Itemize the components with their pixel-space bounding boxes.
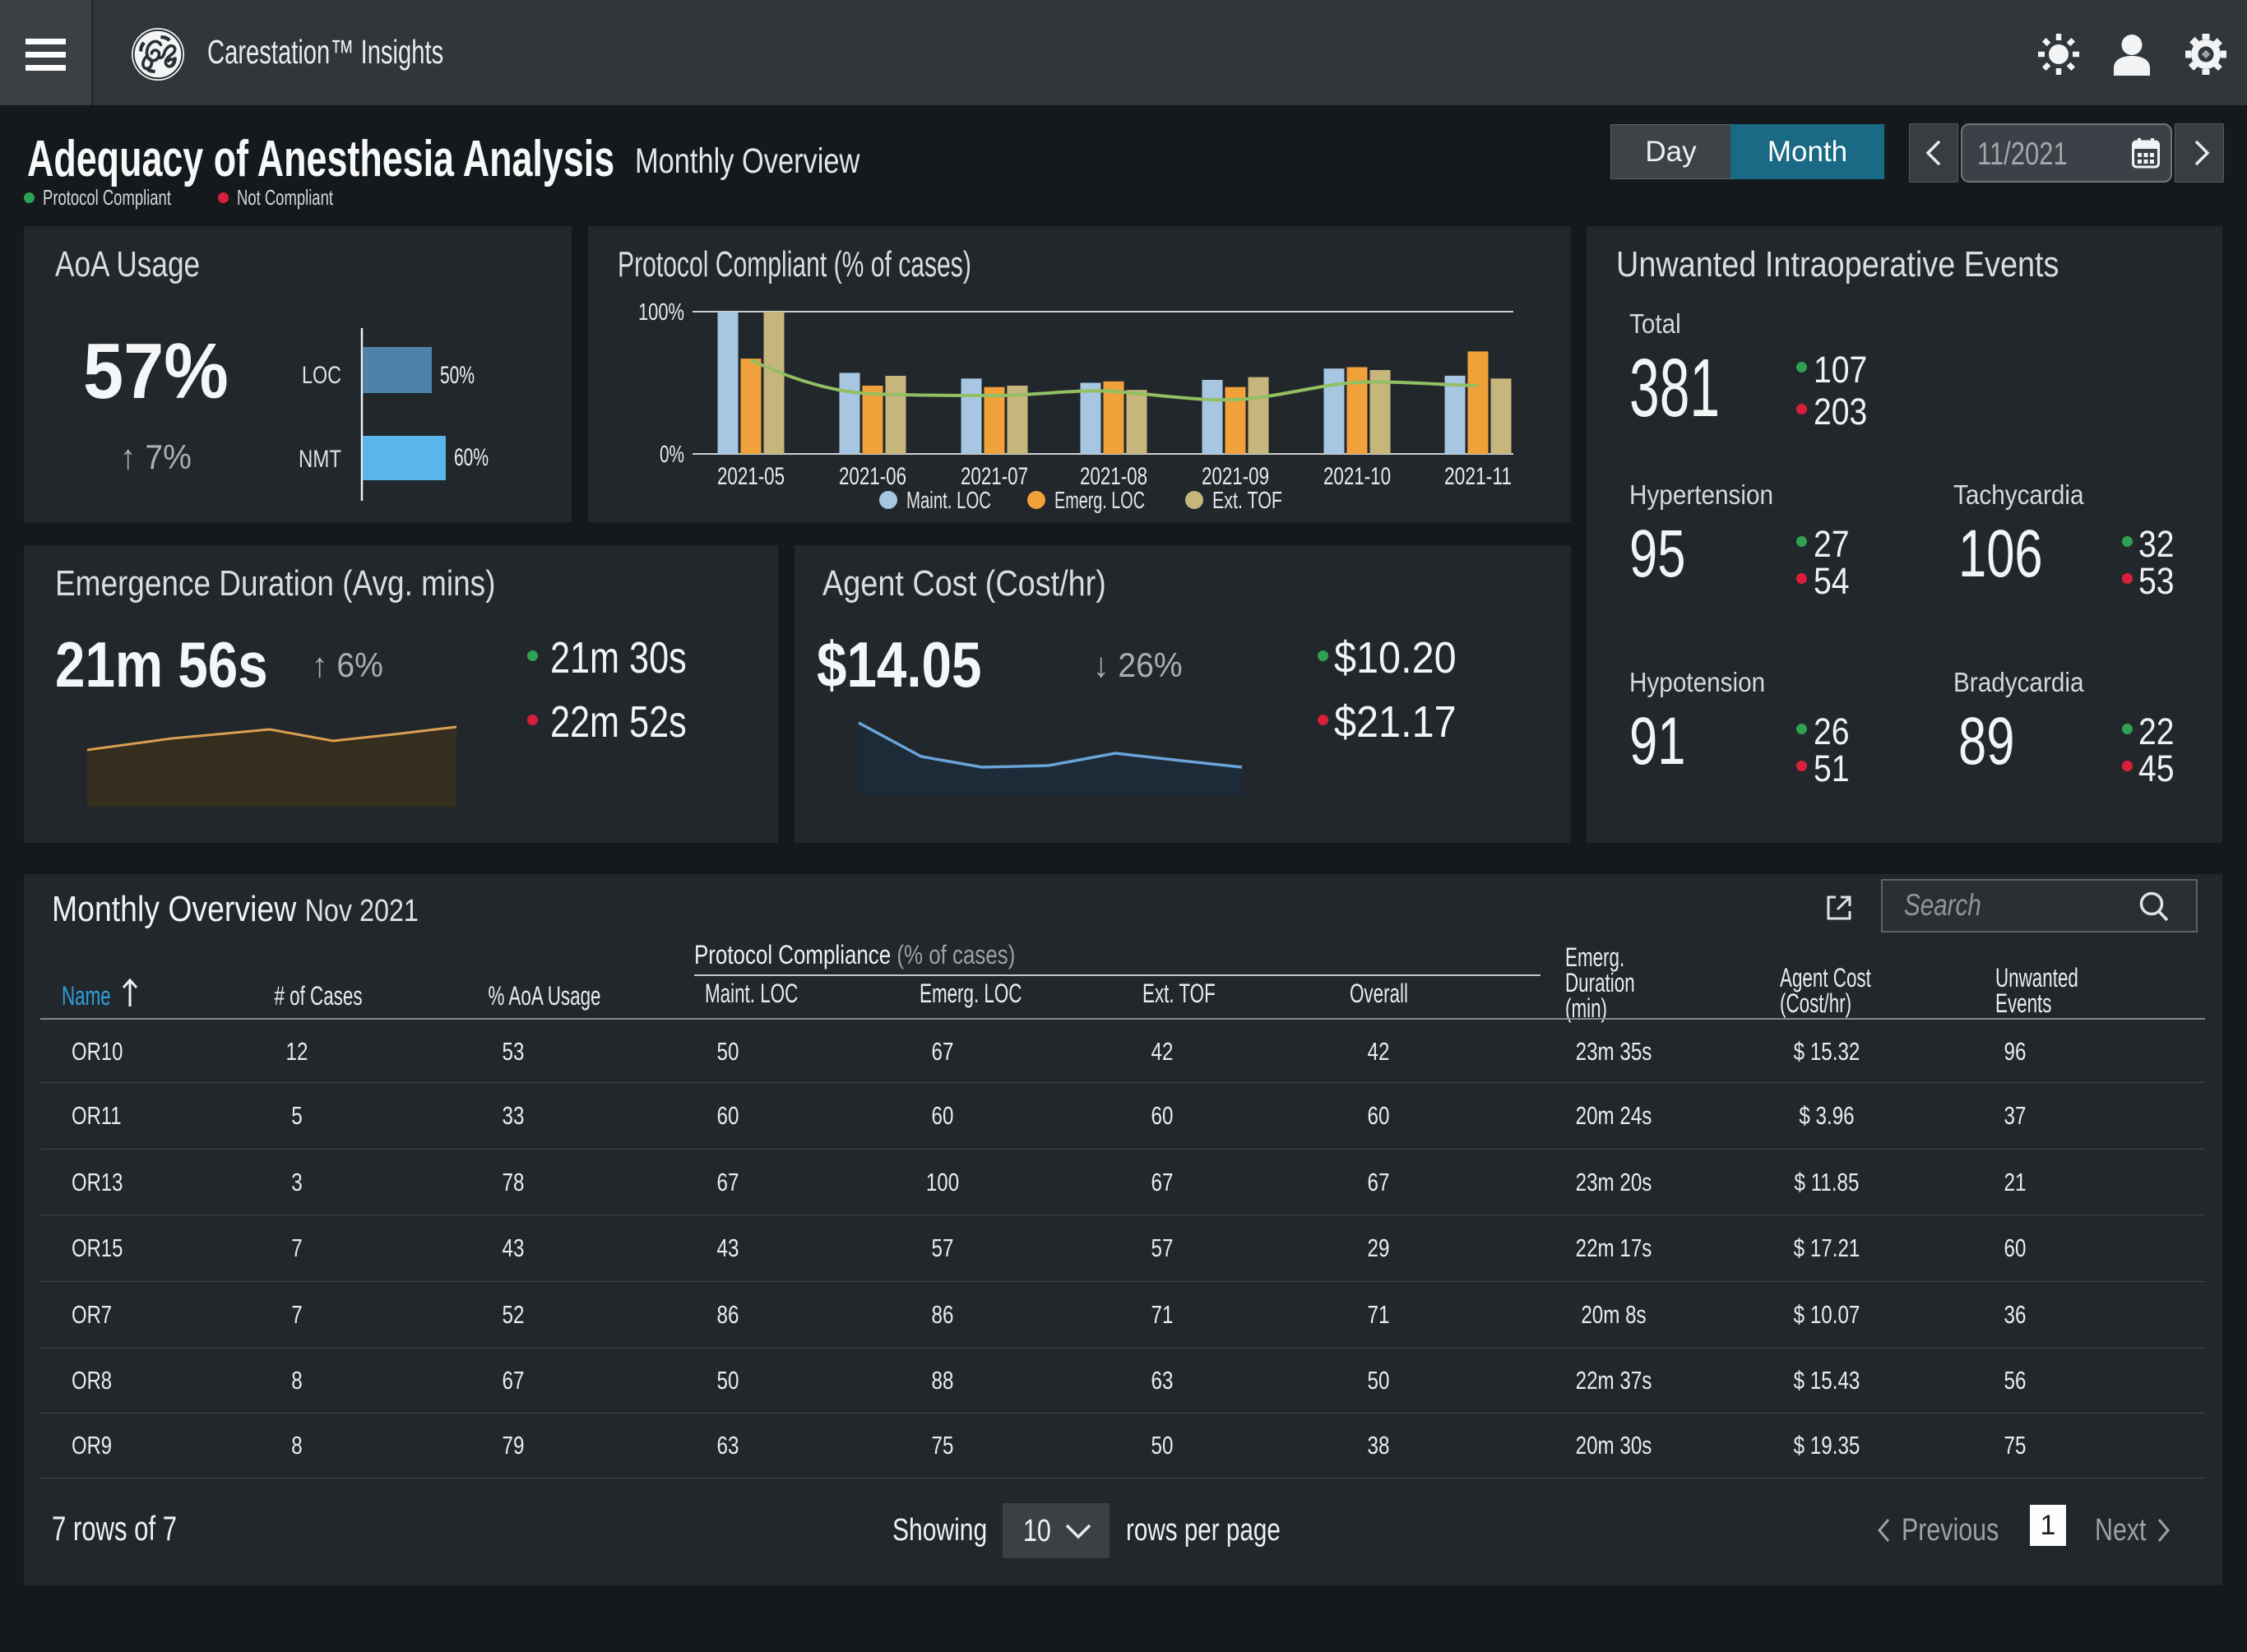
svg-text:2021-08: 2021-08 (1080, 463, 1147, 490)
svg-text:2021-06: 2021-06 (839, 463, 906, 490)
svg-text:LOC: LOC (302, 362, 341, 389)
svg-text:2021-05: 2021-05 (717, 463, 785, 490)
svg-text:Emerg. LOC: Emerg. LOC (1054, 488, 1145, 514)
svg-text:2021-11: 2021-11 (1444, 463, 1512, 490)
svg-text:2021-07: 2021-07 (961, 463, 1028, 490)
svg-text:2021-09: 2021-09 (1202, 463, 1269, 490)
svg-text:60%: 60% (454, 444, 489, 471)
svg-text:0%: 0% (660, 442, 684, 468)
svg-text:2021-10: 2021-10 (1323, 463, 1391, 490)
svg-text:Ext. TOF: Ext. TOF (1212, 488, 1282, 514)
svg-text:Maint. LOC: Maint. LOC (906, 488, 991, 514)
svg-text:NMT: NMT (299, 446, 341, 473)
svg-text:100%: 100% (638, 299, 684, 326)
svg-text:50%: 50% (440, 362, 475, 389)
